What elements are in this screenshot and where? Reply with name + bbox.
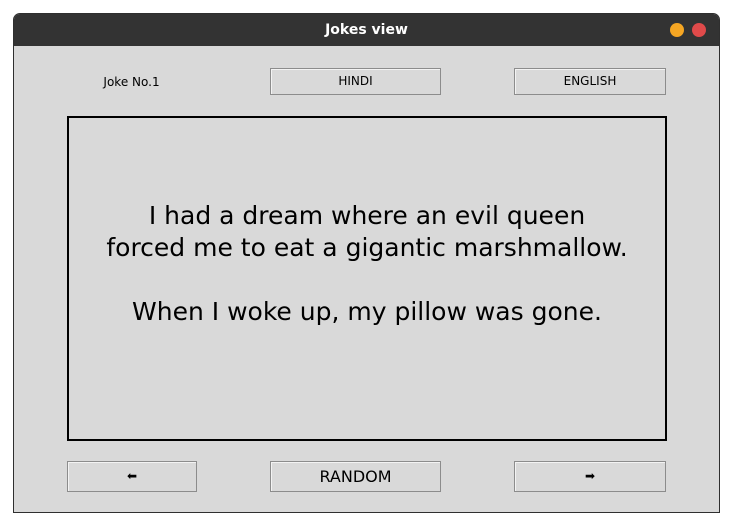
previous-button[interactable]: ⬅ — [67, 461, 197, 492]
joke-display: I had a dream where an evil queen forced… — [67, 116, 667, 441]
minimize-button[interactable] — [670, 23, 684, 37]
next-button[interactable]: ➡ — [514, 461, 666, 492]
hindi-button[interactable]: HINDI — [270, 68, 441, 95]
joke-text: I had a dream where an evil queen forced… — [106, 201, 628, 326]
close-button[interactable] — [692, 23, 706, 37]
random-button[interactable]: RANDOM — [270, 461, 441, 492]
title-bar[interactable]: Jokes view — [14, 14, 719, 46]
jokes-window: Jokes view Joke No.1 HINDI ENGLISH I had… — [13, 13, 720, 513]
english-button[interactable]: ENGLISH — [514, 68, 666, 95]
joke-number-label: Joke No.1 — [103, 75, 160, 89]
window-title: Jokes view — [325, 22, 408, 38]
